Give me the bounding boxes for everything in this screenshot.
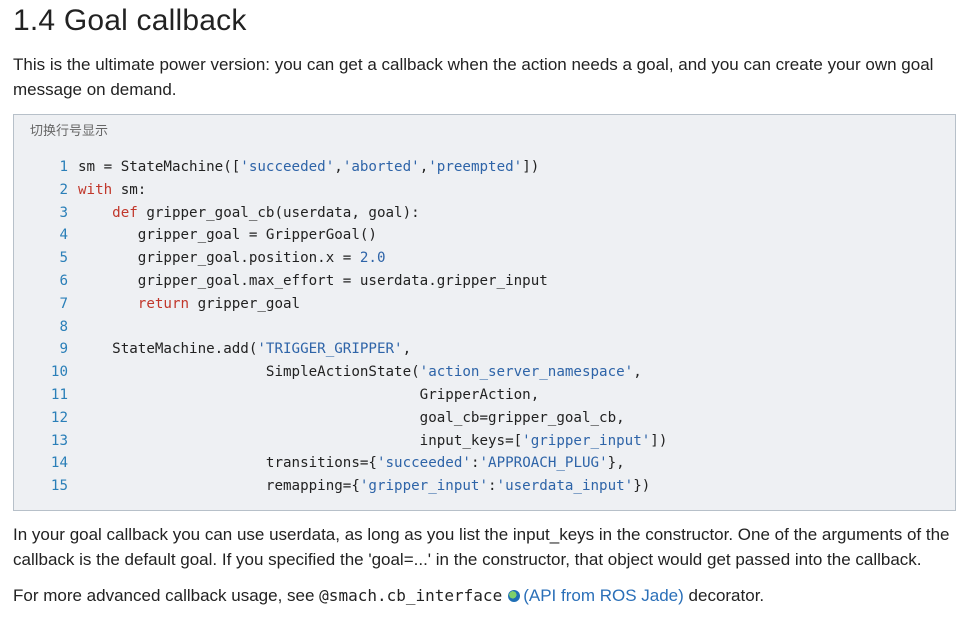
- line-number: 12: [50, 409, 68, 426]
- code-block: 切换行号显示 1 sm = StateMachine(['succeeded','…: [13, 114, 956, 511]
- code-token: 'succeeded': [376, 455, 471, 472]
- code-line: 9 StateMachine.add('TRIGGER_GRIPPER',: [14, 338, 667, 361]
- code-token: 'succeeded': [240, 159, 335, 175]
- code-token: 2.0: [359, 250, 386, 267]
- code-token: return: [137, 295, 190, 312]
- line-number: 1: [59, 159, 68, 175]
- code-token: input_keys=[: [78, 432, 523, 449]
- code-line: 3 def gripper_goal_cb(userdata, goal):: [14, 202, 667, 225]
- code-token: gripper_goal_cb(userdata, goal):: [137, 204, 420, 221]
- code-token: }): [633, 478, 651, 495]
- code-token: ]): [522, 159, 540, 175]
- line-number: 14: [50, 455, 68, 472]
- reference-paragraph: For more advanced callback usage, see @s…: [13, 583, 963, 608]
- code-token: 'userdata_input': [496, 478, 634, 495]
- line-number: 3: [59, 204, 68, 221]
- code-line: 5 gripper_goal.position.x = 2.0: [14, 247, 667, 270]
- code-token: ,: [402, 341, 412, 358]
- code-line: 13 input_keys=['gripper_input']): [14, 430, 667, 453]
- globe-icon: [508, 590, 521, 602]
- code-line: 2 with sm:: [14, 179, 667, 202]
- code-line: 4 gripper_goal = GripperGoal(): [14, 224, 667, 247]
- code-token: ,: [419, 159, 429, 175]
- line-number: 9: [59, 341, 68, 358]
- code-token: gripper_goal: [189, 295, 301, 312]
- code-token: sm:: [112, 181, 147, 198]
- code-token: remapping={: [78, 478, 360, 495]
- line-number: 11: [50, 386, 68, 403]
- code-token: def: [112, 204, 138, 221]
- code-token: SimpleActionState(: [78, 364, 420, 381]
- line-number: 8: [59, 318, 68, 335]
- line-number: 4: [59, 227, 68, 244]
- intro-paragraph: This is the ultimate power version: you …: [13, 55, 934, 99]
- reference-text-after: decorator.: [683, 586, 765, 605]
- code-line: 7 return gripper_goal: [14, 293, 667, 316]
- line-number: 5: [59, 250, 68, 267]
- code-token: GripperAction,: [78, 386, 540, 403]
- code-token: :: [488, 478, 497, 495]
- code-token: },: [607, 455, 625, 472]
- toggle-line-numbers-link[interactable]: 切换行号显示: [30, 120, 108, 139]
- code-token: gripper_goal.max_effort = userdata.gripp…: [78, 272, 548, 289]
- code-line: 12 goal_cb=gripper_goal_cb,: [14, 407, 667, 430]
- code-line: 6 gripper_goal.max_effort = userdata.gri…: [14, 270, 667, 293]
- code-line: 8: [14, 316, 667, 339]
- code-line: 15 remapping={'gripper_input':'userdata_…: [14, 475, 667, 498]
- code-token: with: [78, 181, 113, 198]
- code-listing: 1 sm = StateMachine(['succeeded','aborted…: [14, 156, 667, 498]
- inline-code: @smach.cb_interface: [319, 586, 503, 605]
- page: 1.4 Goal callback This is the ultimate p…: [0, 0, 975, 619]
- code-token: gripper_goal = GripperGoal(): [78, 227, 377, 244]
- line-number: 13: [50, 432, 68, 449]
- line-number: 2: [59, 181, 68, 198]
- code-line: 11 GripperAction,: [14, 384, 667, 407]
- code-token: 'TRIGGER_GRIPPER': [257, 341, 403, 358]
- explanation-paragraph: In your goal callback you can use userda…: [13, 525, 950, 569]
- api-link[interactable]: (API from ROS Jade): [523, 586, 684, 605]
- code-token: ,: [633, 364, 642, 381]
- code-token: gripper_goal.position.x =: [78, 250, 360, 267]
- line-number: 6: [59, 272, 68, 289]
- code-token: 'gripper_input': [359, 478, 488, 495]
- page-title: 1.4 Goal callback: [13, 4, 247, 37]
- code-token: ]): [650, 432, 668, 449]
- code-token: 'preempted': [428, 159, 523, 175]
- code-line: 1 sm = StateMachine(['succeeded','aborted…: [14, 156, 667, 179]
- code-token: 'action_server_namespace': [419, 364, 634, 381]
- code-token: StateMachine.add(: [78, 341, 258, 358]
- code-token: goal_cb=gripper_goal_cb,: [78, 409, 625, 426]
- code-line: 14 transitions={'succeeded':'APPROACH_PL…: [14, 452, 667, 475]
- line-number: 7: [59, 295, 68, 312]
- code-token: 'gripper_input': [522, 432, 651, 449]
- line-number: 10: [50, 364, 68, 381]
- code-token: sm = StateMachine([: [78, 159, 241, 175]
- code-token: ,: [334, 159, 343, 175]
- code-line: 10 SimpleActionState('action_server_name…: [14, 361, 667, 384]
- code-token: transitions={: [78, 455, 377, 472]
- line-number: 15: [50, 478, 68, 495]
- code-token: 'aborted': [342, 159, 420, 175]
- reference-text-before: For more advanced callback usage, see: [13, 586, 320, 605]
- code-token: 'APPROACH_PLUG': [479, 455, 608, 472]
